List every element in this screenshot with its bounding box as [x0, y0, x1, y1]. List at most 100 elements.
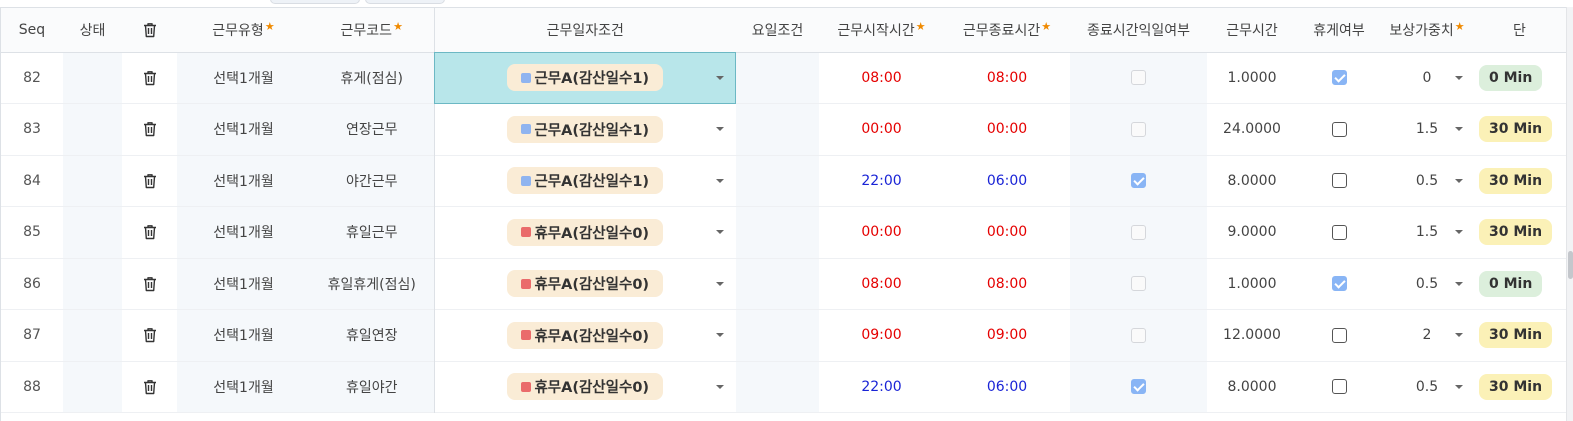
- col-header-end-time[interactable]: 근무종료시간★: [944, 8, 1070, 53]
- cell-end-time[interactable]: 00:00: [944, 104, 1070, 156]
- table-row[interactable]: 85 선택1개월 휴일근무 휴무A(감산일수0) 00:00 00:00 9.0…: [1, 206, 1566, 259]
- chevron-down-icon[interactable]: [1455, 333, 1463, 338]
- chevron-down-icon[interactable]: [716, 333, 724, 338]
- chevron-down-icon[interactable]: [1455, 281, 1463, 286]
- cell-break[interactable]: [1297, 52, 1381, 104]
- cell-end-time[interactable]: 08:00: [944, 52, 1070, 104]
- trash-icon[interactable]: [143, 121, 157, 137]
- cell-date-condition[interactable]: 휴무A(감산일수0): [434, 207, 736, 259]
- cell-day-condition[interactable]: [736, 258, 819, 310]
- vertical-scrollbar[interactable]: [1566, 7, 1573, 421]
- cell-work-type[interactable]: 선택1개월: [177, 258, 310, 310]
- cell-weight[interactable]: 0.5: [1381, 258, 1473, 310]
- cell-delete[interactable]: [122, 155, 177, 207]
- cell-date-condition[interactable]: 근무A(감산일수1): [434, 155, 736, 207]
- table-row[interactable]: 84 선택1개월 야간근무 근무A(감산일수1) 22:00 06:00 8.0…: [1, 155, 1566, 207]
- cell-work-code[interactable]: 야간근무: [310, 155, 435, 207]
- toolbar-button-edge[interactable]: [365, 0, 445, 4]
- cell-start-time[interactable]: 22:00: [819, 155, 944, 207]
- cell-end-time[interactable]: 08:00: [944, 258, 1070, 310]
- break-checkbox[interactable]: [1331, 173, 1347, 189]
- col-header-seq[interactable]: Seq: [1, 8, 63, 53]
- cell-delete[interactable]: [122, 52, 177, 104]
- cell-day-condition[interactable]: [736, 155, 819, 207]
- cell-unit[interactable]: 30 Min: [1473, 361, 1566, 413]
- col-header-date-condition[interactable]: 근무일자조건: [434, 8, 736, 53]
- cell-delete[interactable]: [122, 104, 177, 156]
- trash-icon[interactable]: [143, 276, 157, 292]
- cell-break[interactable]: [1297, 155, 1381, 207]
- break-checkbox[interactable]: [1331, 276, 1347, 292]
- cell-work-type[interactable]: 선택1개월: [177, 52, 310, 104]
- cell-date-condition[interactable]: 휴무A(감산일수0): [434, 258, 736, 310]
- col-header-work-type[interactable]: 근무유형★: [177, 8, 310, 53]
- cell-weight[interactable]: 1.5: [1381, 104, 1473, 156]
- break-checkbox[interactable]: [1331, 327, 1347, 343]
- col-header-status[interactable]: 상태: [63, 8, 122, 53]
- cell-unit[interactable]: 30 Min: [1473, 207, 1566, 259]
- table-row[interactable]: 82 선택1개월 휴게(점심) 근무A(감산일수1) 08:00 08:00 1…: [1, 52, 1566, 104]
- cell-unit[interactable]: 30 Min: [1473, 104, 1566, 156]
- cell-end-time[interactable]: 06:00: [944, 155, 1070, 207]
- cell-break[interactable]: [1297, 310, 1381, 362]
- cell-weight[interactable]: 0.5: [1381, 155, 1473, 207]
- table-row[interactable]: 86 선택1개월 휴일휴게(점심) 휴무A(감산일수0) 08:00 08:00…: [1, 258, 1566, 310]
- cell-work-type[interactable]: 선택1개월: [177, 361, 310, 413]
- cell-date-condition[interactable]: 휴무A(감산일수0): [434, 361, 736, 413]
- cell-work-type[interactable]: 선택1개월: [177, 103, 310, 155]
- cell-work-code[interactable]: 휴일근무: [310, 206, 435, 258]
- cell-work-code[interactable]: 연장근무: [310, 103, 435, 155]
- table-row[interactable]: 87 선택1개월 휴일연장 휴무A(감산일수0) 09:00 09:00 12.…: [1, 309, 1566, 362]
- cell-end-time[interactable]: 09:00: [944, 310, 1070, 362]
- cell-date-condition[interactable]: 휴무A(감산일수0): [434, 310, 736, 362]
- cell-day-condition[interactable]: [736, 206, 819, 258]
- chevron-down-icon[interactable]: [1455, 75, 1463, 80]
- cell-delete[interactable]: [122, 361, 177, 413]
- table-row[interactable]: 83 선택1개월 연장근무 근무A(감산일수1) 00:00 00:00 24.…: [1, 103, 1566, 156]
- cell-weight[interactable]: 0: [1381, 52, 1473, 104]
- table-row[interactable]: 88 선택1개월 휴일야간 휴무A(감산일수0) 22:00 06:00 8.0…: [1, 361, 1566, 413]
- cell-break[interactable]: [1297, 258, 1381, 310]
- trash-icon[interactable]: [143, 173, 157, 189]
- cell-start-time[interactable]: 00:00: [819, 207, 944, 259]
- chevron-down-icon[interactable]: [716, 281, 724, 286]
- cell-unit[interactable]: 0 Min: [1473, 52, 1566, 104]
- cell-work-type[interactable]: 선택1개월: [177, 309, 310, 361]
- cell-unit[interactable]: 0 Min: [1473, 258, 1566, 310]
- cell-work-code[interactable]: 휴일연장: [310, 309, 435, 361]
- chevron-down-icon[interactable]: [716, 178, 724, 183]
- cell-start-time[interactable]: 22:00: [819, 361, 944, 413]
- cell-start-time[interactable]: 08:00: [819, 258, 944, 310]
- cell-delete[interactable]: [122, 207, 177, 259]
- cell-day-condition[interactable]: [736, 309, 819, 361]
- col-header-end-next-day[interactable]: 종료시간익일여부: [1070, 8, 1207, 53]
- chevron-down-icon[interactable]: [716, 384, 724, 389]
- cell-unit[interactable]: 30 Min: [1473, 155, 1566, 207]
- chevron-down-icon[interactable]: [716, 75, 724, 80]
- cell-day-condition[interactable]: [736, 52, 819, 104]
- cell-delete[interactable]: [122, 310, 177, 362]
- cell-unit[interactable]: 30 Min: [1473, 310, 1566, 362]
- break-checkbox[interactable]: [1331, 121, 1347, 137]
- col-header-weight[interactable]: 보상가중치★: [1381, 8, 1473, 53]
- chevron-down-icon[interactable]: [716, 230, 724, 235]
- cell-work-type[interactable]: 선택1개월: [177, 206, 310, 258]
- col-header-start-time[interactable]: 근무시작시간★: [819, 8, 944, 53]
- break-checkbox[interactable]: [1331, 70, 1347, 86]
- cell-break[interactable]: [1297, 104, 1381, 156]
- cell-work-code[interactable]: 휴일야간: [310, 361, 435, 413]
- cell-work-type[interactable]: 선택1개월: [177, 155, 310, 207]
- trash-icon[interactable]: [143, 327, 157, 343]
- cell-day-condition[interactable]: [736, 103, 819, 155]
- cell-delete[interactable]: [122, 258, 177, 310]
- cell-end-time[interactable]: 00:00: [944, 207, 1070, 259]
- cell-weight[interactable]: 0.5: [1381, 361, 1473, 413]
- chevron-down-icon[interactable]: [1455, 178, 1463, 183]
- cell-date-condition[interactable]: 근무A(감산일수1): [434, 52, 736, 104]
- col-header-work-code[interactable]: 근무코드★: [310, 8, 435, 53]
- cell-work-code[interactable]: 휴일휴게(점심): [310, 258, 435, 310]
- cell-break[interactable]: [1297, 207, 1381, 259]
- chevron-down-icon[interactable]: [716, 127, 724, 132]
- cell-start-time[interactable]: 09:00: [819, 310, 944, 362]
- cell-weight[interactable]: 1.5: [1381, 207, 1473, 259]
